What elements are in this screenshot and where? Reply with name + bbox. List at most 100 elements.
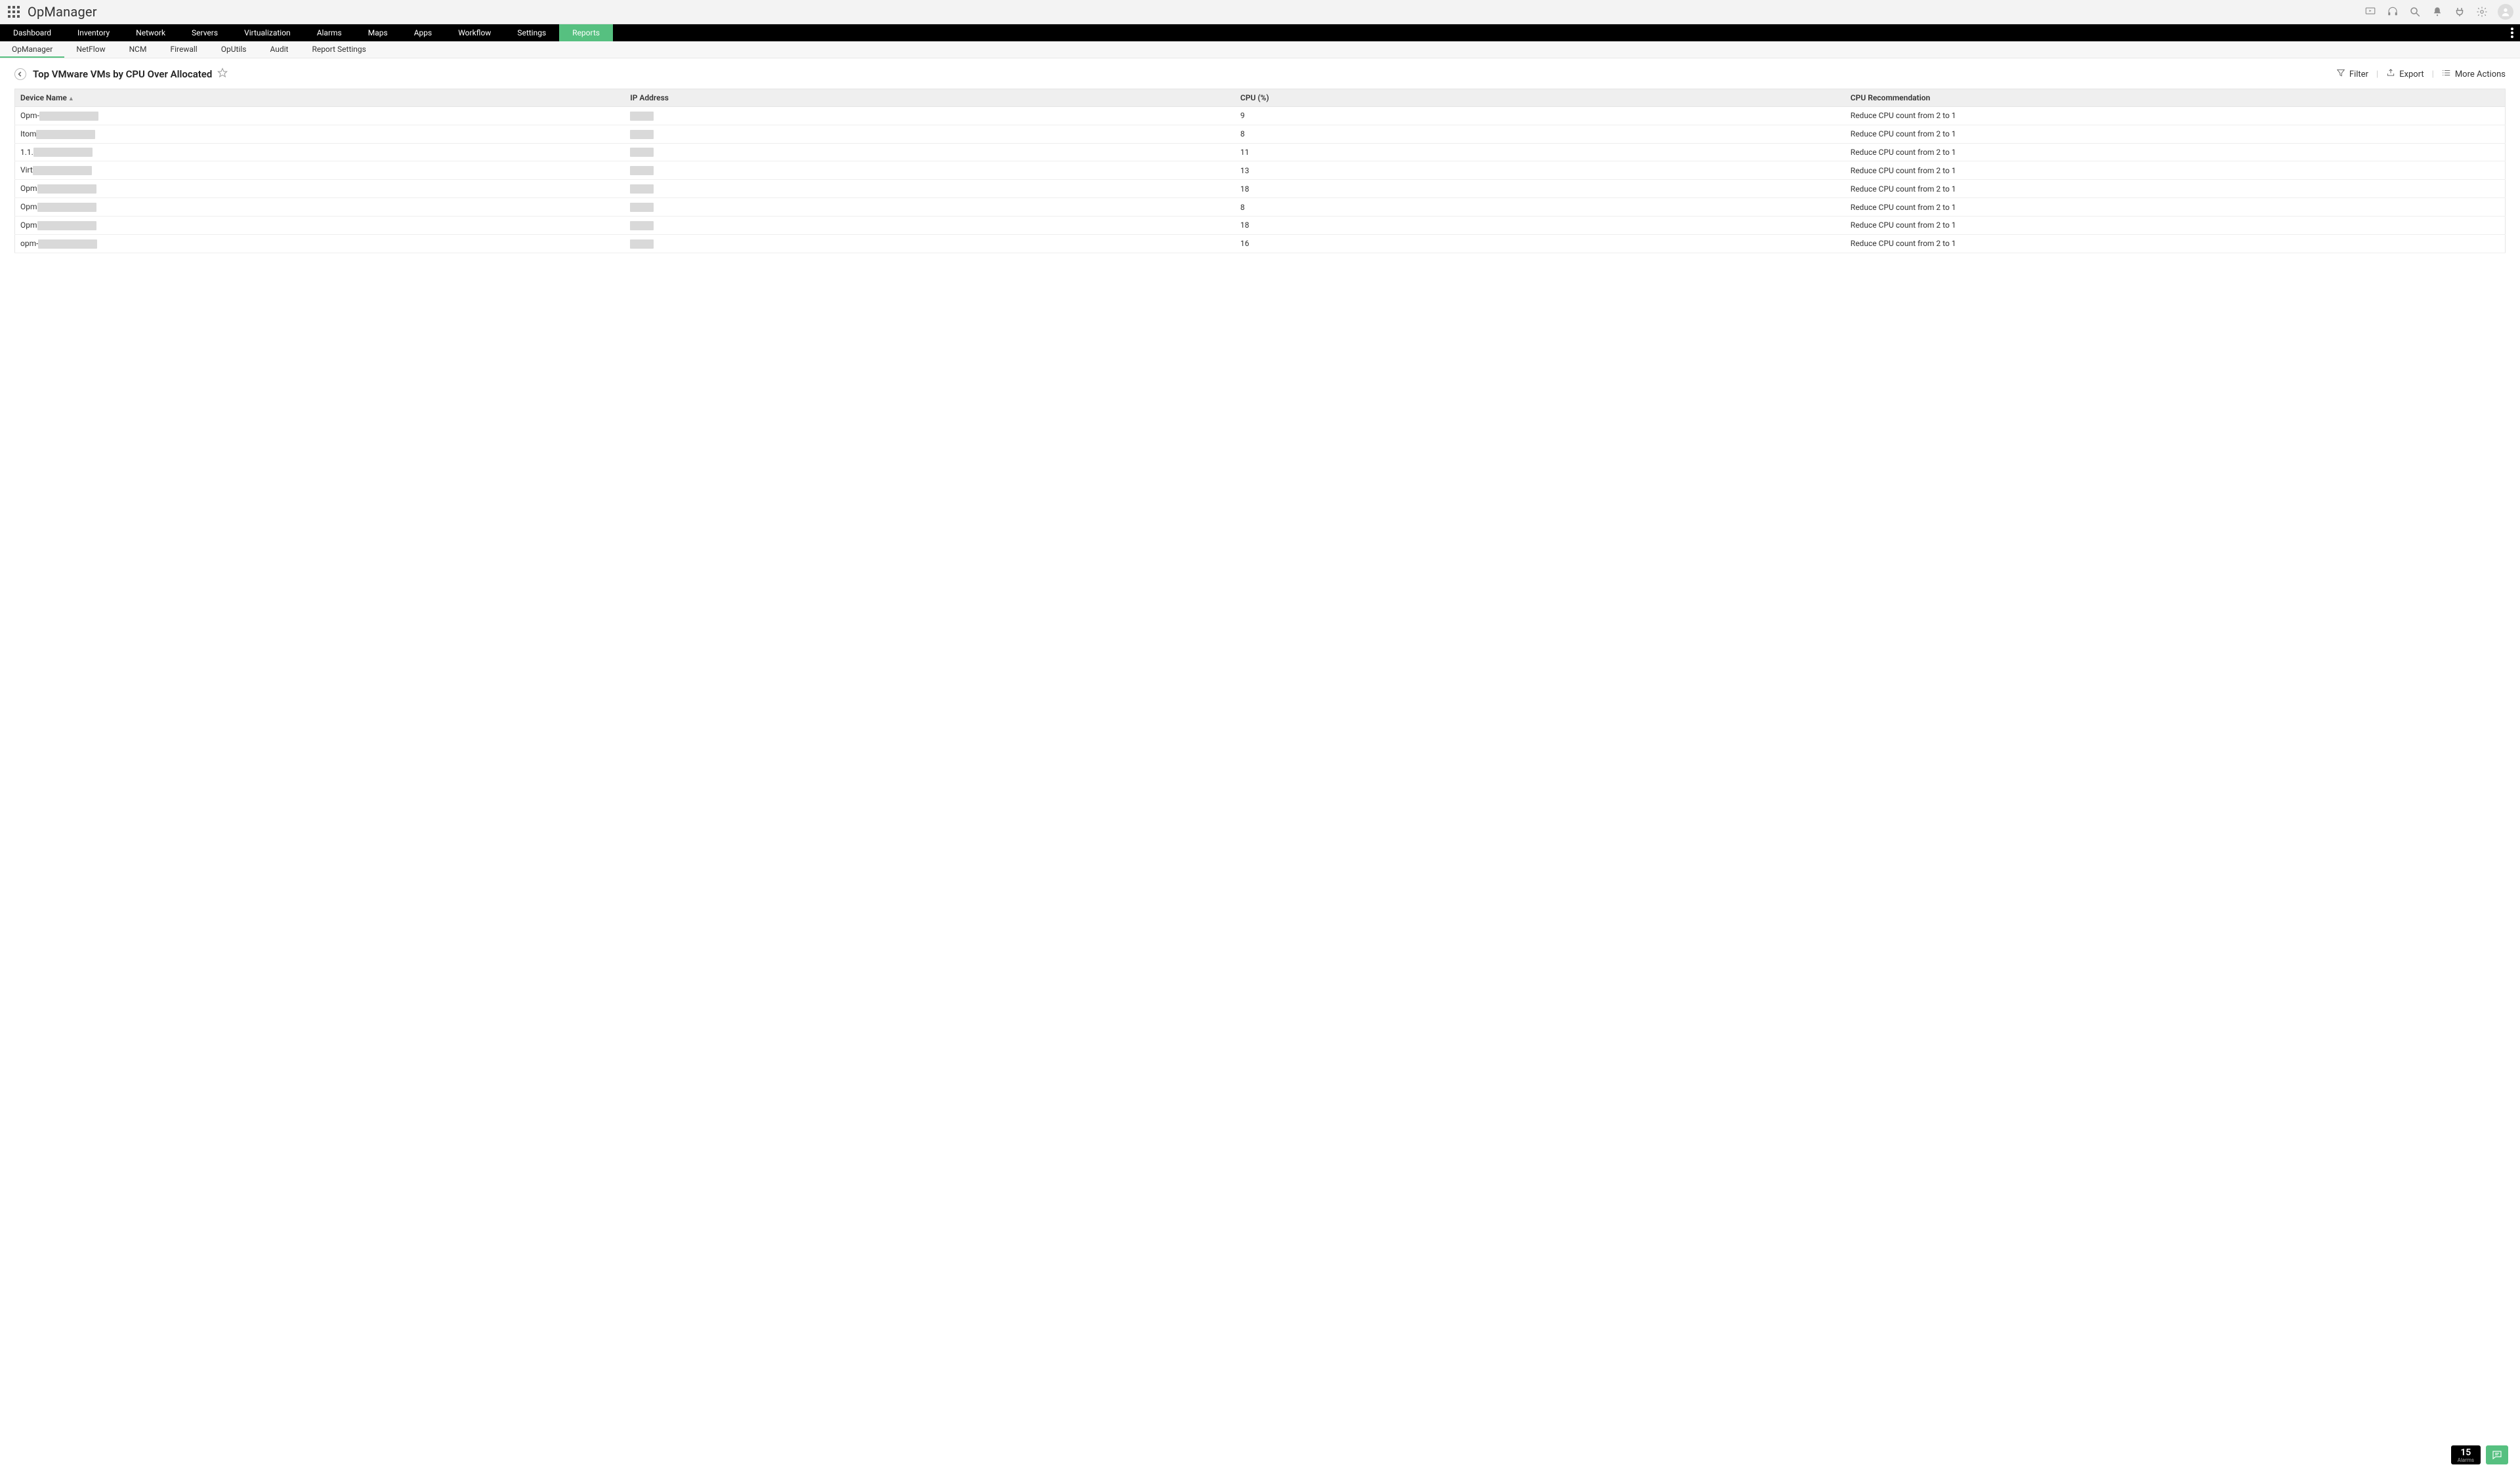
cell-device: Opm xyxy=(15,198,625,217)
filter-label: Filter xyxy=(2349,70,2368,79)
cell-recommendation: Reduce CPU count from 2 to 1 xyxy=(1845,161,2506,180)
header-bar: OpManager xyxy=(0,0,2520,24)
alarm-label: Alarms xyxy=(2458,1458,2474,1463)
redacted-text xyxy=(630,130,654,139)
cell-cpu: 8 xyxy=(1235,125,1845,143)
main-nav-item-workflow[interactable]: Workflow xyxy=(445,24,504,41)
table-row[interactable]: Virt 13Reduce CPU count from 2 to 1 xyxy=(15,161,2506,180)
plug-icon[interactable] xyxy=(2453,5,2466,18)
sub-nav-item-audit[interactable]: Audit xyxy=(258,41,300,58)
cell-recommendation: Reduce CPU count from 2 to 1 xyxy=(1845,234,2506,253)
search-icon[interactable] xyxy=(2408,5,2422,18)
table-row[interactable]: Opm-9Reduce CPU count from 2 to 1 xyxy=(15,107,2506,125)
floating-footer: 15 Alarms xyxy=(2451,1445,2508,1464)
redacted-text xyxy=(36,130,95,139)
redacted-text xyxy=(37,184,96,194)
favorite-star-icon[interactable] xyxy=(217,68,228,81)
cell-recommendation: Reduce CPU count from 2 to 1 xyxy=(1845,198,2506,217)
present-icon[interactable] xyxy=(2364,5,2377,18)
sub-nav-item-netflow[interactable]: NetFlow xyxy=(64,41,117,58)
table-header-row: Device Name▲ IP Address CPU (%) CPU Reco… xyxy=(15,89,2506,107)
page-title: Top VMware VMs by CPU Over Allocated xyxy=(33,68,212,80)
redacted-text xyxy=(33,166,92,175)
main-nav-item-servers[interactable]: Servers xyxy=(178,24,231,41)
redacted-text xyxy=(630,221,654,230)
more-actions-label: More Actions xyxy=(2455,70,2506,79)
cell-device: Virt xyxy=(15,161,625,180)
gear-icon[interactable] xyxy=(2475,5,2488,18)
alarm-badge[interactable]: 15 Alarms xyxy=(2451,1445,2481,1464)
cell-ip xyxy=(625,198,1235,217)
main-nav-item-settings[interactable]: Settings xyxy=(504,24,559,41)
cell-device: Opm- xyxy=(15,107,625,125)
main-nav-item-maps[interactable]: Maps xyxy=(355,24,401,41)
col-header-ip[interactable]: IP Address xyxy=(625,89,1235,107)
cell-ip xyxy=(625,234,1235,253)
table-row[interactable]: opm-16Reduce CPU count from 2 to 1 xyxy=(15,234,2506,253)
cell-cpu: 18 xyxy=(1235,180,1845,198)
more-actions-button[interactable]: More Actions xyxy=(2442,68,2506,80)
redacted-text xyxy=(630,239,654,249)
filter-button[interactable]: Filter xyxy=(2336,68,2368,80)
sub-nav-item-firewall[interactable]: Firewall xyxy=(158,41,209,58)
back-button[interactable] xyxy=(14,68,26,80)
sort-indicator-icon: ▲ xyxy=(68,96,74,102)
export-button[interactable]: Export xyxy=(2386,68,2424,80)
export-icon xyxy=(2386,68,2395,80)
cell-recommendation: Reduce CPU count from 2 to 1 xyxy=(1845,180,2506,198)
cell-device: Opm xyxy=(15,180,625,198)
main-nav-item-apps[interactable]: Apps xyxy=(401,24,446,41)
sub-nav-item-oputils[interactable]: OpUtils xyxy=(209,41,259,58)
export-label: Export xyxy=(2399,70,2424,79)
col-header-recommendation[interactable]: CPU Recommendation xyxy=(1845,89,2506,107)
page-actions: Filter | Export | More Actions xyxy=(2336,68,2506,80)
redacted-text xyxy=(38,239,97,249)
cell-ip xyxy=(625,180,1235,198)
redacted-text xyxy=(37,221,96,230)
app-title: OpManager xyxy=(28,4,97,20)
cell-recommendation: Reduce CPU count from 2 to 1 xyxy=(1845,143,2506,161)
cell-cpu: 13 xyxy=(1235,161,1845,180)
chat-button[interactable] xyxy=(2486,1445,2508,1464)
main-nav-item-network[interactable]: Network xyxy=(123,24,178,41)
cell-ip xyxy=(625,216,1235,234)
apps-grid-icon[interactable] xyxy=(8,6,20,18)
table-row[interactable]: 1.1.11Reduce CPU count from 2 to 1 xyxy=(15,143,2506,161)
col-header-cpu[interactable]: CPU (%) xyxy=(1235,89,1845,107)
table-row[interactable]: Opm 8Reduce CPU count from 2 to 1 xyxy=(15,198,2506,217)
cell-ip xyxy=(625,107,1235,125)
avatar[interactable] xyxy=(2498,4,2513,20)
sub-nav-item-opmanager[interactable]: OpManager xyxy=(0,41,64,58)
cell-ip xyxy=(625,143,1235,161)
table-row[interactable]: Opm18Reduce CPU count from 2 to 1 xyxy=(15,216,2506,234)
cell-device: Opm xyxy=(15,216,625,234)
main-nav-item-inventory[interactable]: Inventory xyxy=(64,24,123,41)
alarm-count: 15 xyxy=(2458,1448,2474,1457)
cell-cpu: 8 xyxy=(1235,198,1845,217)
page-header: Top VMware VMs by CPU Over Allocated Fil… xyxy=(0,58,2520,89)
col-header-device[interactable]: Device Name▲ xyxy=(15,89,625,107)
separator: | xyxy=(2432,70,2434,79)
table-row[interactable]: Opm 18Reduce CPU count from 2 to 1 xyxy=(15,180,2506,198)
main-nav-item-dashboard[interactable]: Dashboard xyxy=(0,24,64,41)
main-nav-item-virtualization[interactable]: Virtualization xyxy=(231,24,304,41)
header-icons xyxy=(2364,4,2513,20)
cell-ip xyxy=(625,125,1235,143)
bell-icon[interactable] xyxy=(2431,5,2444,18)
cell-cpu: 9 xyxy=(1235,107,1845,125)
list-icon xyxy=(2442,68,2451,80)
cell-recommendation: Reduce CPU count from 2 to 1 xyxy=(1845,125,2506,143)
redacted-text xyxy=(630,112,654,121)
sub-nav-item-ncm[interactable]: NCM xyxy=(117,41,159,58)
cell-device: opm- xyxy=(15,234,625,253)
main-nav-item-alarms[interactable]: Alarms xyxy=(304,24,355,41)
redacted-text xyxy=(33,148,93,157)
sub-nav: OpManagerNetFlowNCMFirewallOpUtilsAuditR… xyxy=(0,41,2520,58)
sub-nav-item-report-settings[interactable]: Report Settings xyxy=(300,41,377,58)
cell-cpu: 18 xyxy=(1235,216,1845,234)
redacted-text xyxy=(630,166,654,175)
table-row[interactable]: Itom8Reduce CPU count from 2 to 1 xyxy=(15,125,2506,143)
main-nav-item-reports[interactable]: Reports xyxy=(559,24,613,41)
main-nav-more-icon[interactable] xyxy=(2511,24,2513,41)
headset-icon[interactable] xyxy=(2386,5,2399,18)
